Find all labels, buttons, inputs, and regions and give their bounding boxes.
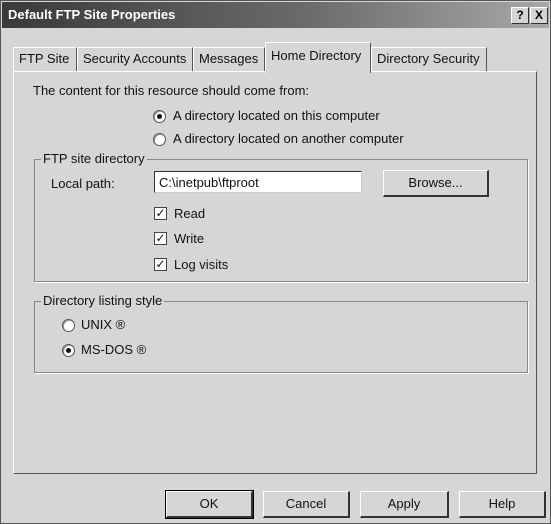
close-icon[interactable]: X xyxy=(530,7,548,24)
radio-unix-label[interactable]: UNIX ® xyxy=(81,317,125,332)
directory-listing-style-legend: Directory listing style xyxy=(41,293,165,308)
radio-unix[interactable] xyxy=(62,319,75,332)
read-checkbox-label[interactable]: Read xyxy=(174,206,205,221)
radio-this-computer[interactable] xyxy=(153,110,166,123)
help-icon[interactable]: ? xyxy=(511,7,529,24)
tab-home-directory[interactable]: Home Directory xyxy=(265,42,371,73)
tab-ftp-site[interactable]: FTP Site xyxy=(13,47,77,71)
tab-directory-security[interactable]: Directory Security xyxy=(371,47,487,71)
local-path-input[interactable]: C:\inetpub\ftproot xyxy=(154,171,362,193)
radio-this-computer-label[interactable]: A directory located on this computer xyxy=(173,108,380,123)
log-visits-checkbox-label[interactable]: Log visits xyxy=(174,257,228,272)
read-checkbox[interactable]: ✓ xyxy=(154,207,167,220)
directory-listing-style-group xyxy=(34,301,528,373)
local-path-label: Local path: xyxy=(51,176,115,191)
help-button[interactable]: Help xyxy=(459,491,546,518)
write-checkbox-label[interactable]: Write xyxy=(174,231,204,246)
cancel-button[interactable]: Cancel xyxy=(263,491,350,518)
radio-ms-dos-label[interactable]: MS-DOS ® xyxy=(81,342,146,357)
tab-security-accounts[interactable]: Security Accounts xyxy=(77,47,193,71)
title-bar[interactable]: Default FTP Site Properties ? X xyxy=(2,2,549,28)
properties-dialog: Default FTP Site Properties ? X FTP Site… xyxy=(0,0,551,524)
tab-messages[interactable]: Messages xyxy=(193,47,265,71)
radio-another-computer-label[interactable]: A directory located on another computer xyxy=(173,131,404,146)
ok-button[interactable]: OK xyxy=(165,490,254,519)
content-source-prompt: The content for this resource should com… xyxy=(33,83,310,98)
log-visits-checkbox[interactable]: ✓ xyxy=(154,258,167,271)
write-checkbox[interactable]: ✓ xyxy=(154,232,167,245)
browse-button[interactable]: Browse... xyxy=(383,170,489,197)
apply-button[interactable]: Apply xyxy=(360,491,449,518)
radio-another-computer[interactable] xyxy=(153,133,166,146)
radio-ms-dos[interactable] xyxy=(62,344,75,357)
window-title: Default FTP Site Properties xyxy=(8,7,176,22)
ftp-site-directory-legend: FTP site directory xyxy=(41,151,147,166)
